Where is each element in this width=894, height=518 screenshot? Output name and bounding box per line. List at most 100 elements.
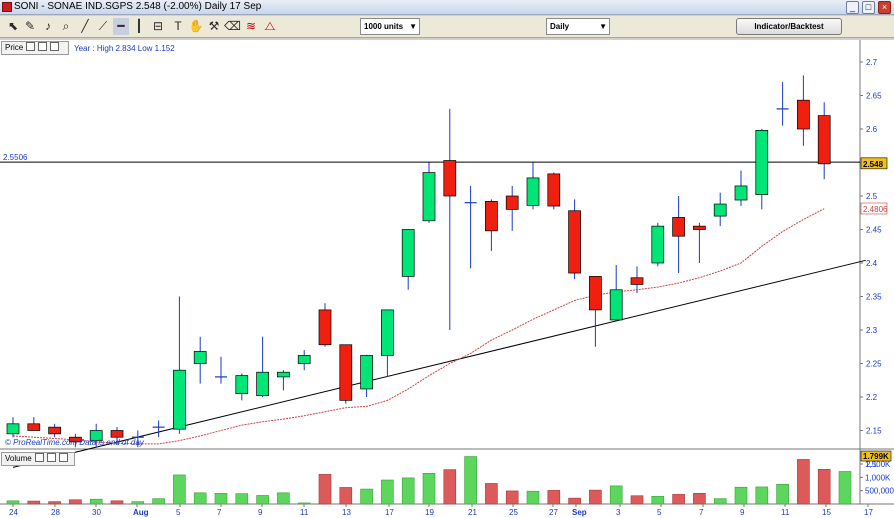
indicator-backtest-button[interactable]: Indicator/Backtest [736,18,842,35]
volume-bar [672,494,685,505]
x-tick-label: 27 [549,508,558,517]
candle [651,222,665,267]
window-title: SONI - SONAE IND.SGPS 2.548 (-2.00%) Dai… [14,1,262,12]
y-tick-label: 2.35 [866,293,882,302]
panel-close-icon[interactable] [50,42,60,51]
pattern-icon[interactable]: ≋ [243,18,259,35]
x-tick-label: 25 [509,508,518,517]
volume-bar [360,488,373,505]
candle-body [817,115,831,165]
x-tick-label: 5 [176,508,181,517]
volume-tick-label: 1,000K [865,473,891,482]
volume-bar [630,495,644,505]
candle-body [48,426,61,435]
chevron-down-icon: ▼ [599,22,607,31]
price-stats: Year : High 2.834 Low 1.152 [74,44,175,53]
volume-bar [214,493,228,505]
candle-body [381,309,394,356]
x-tick-label: Aug [133,508,149,517]
volume-bar [464,456,477,505]
channel-icon[interactable]: ⧍ [262,18,278,35]
hammer-icon[interactable]: ⚒ [206,18,222,35]
volume-bar [589,489,602,505]
candle-body [672,217,685,237]
last-price-label: 2.548 [863,160,884,169]
x-tick-label: 17 [864,508,873,517]
period-select[interactable]: Daily ▼ [546,18,610,35]
y-tick-label: 2.3 [866,326,878,335]
y-tick-label: 2.45 [866,226,882,235]
volume-bar [485,483,498,505]
volume-bar [69,499,82,505]
text-icon[interactable]: T [170,18,186,35]
candle-body [734,185,748,201]
pencil-icon[interactable]: ✎ [22,18,38,35]
candle-body [797,99,810,130]
candle-body [485,201,498,232]
candle-body [422,172,436,222]
x-tick-label: 15 [822,508,831,517]
properties-icon[interactable] [38,42,48,51]
candle-body [193,351,207,364]
volume-panel-header: Volume [1,452,75,466]
volume-bar [235,493,249,505]
trendline-icon[interactable]: ⟋ [95,18,111,35]
volume-bar [193,492,207,505]
candle-body [277,371,290,378]
candle-body [27,423,41,431]
period-select-label: Daily [550,22,570,31]
x-tick-label: 28 [51,508,60,517]
volume-bar [110,500,124,505]
bell-icon[interactable]: ♪ [40,18,56,35]
candle [318,303,332,347]
candle-body [713,203,727,217]
volume-tick-label: 500,000 [865,487,894,496]
line-icon[interactable]: ╱ [77,18,93,35]
volume-bar [131,501,145,505]
candle-body [110,430,124,438]
trash-icon[interactable]: ⌫ [224,18,241,35]
cursor-icon[interactable]: ⬉ [5,18,21,35]
candle-body [401,229,415,277]
volume-bar [776,483,789,505]
price-volume-chart[interactable]: 2.72.652.62.552.52.452.42.352.32.252.22.… [0,40,894,518]
volume-bar [693,493,706,505]
volume-panel-title: Volume [5,454,32,463]
candle-body [318,309,332,346]
wrench-icon[interactable] [26,42,36,51]
wrench-icon[interactable] [34,453,44,462]
candle-body [173,369,186,430]
y-tick-label: 2.5 [866,192,878,201]
candle [547,172,561,210]
candle [568,199,581,280]
horizontal-line-icon[interactable]: ━ [113,18,129,35]
volume-bar [277,492,290,505]
vertical-line-icon[interactable]: ┃ [131,18,147,35]
toolbar: ⬉ ✎ ♪ ⌕ ╱ ⟋ ━ ┃ ⊟ T ✋ ⚒ ⌫ ≋ ⧍ 1000 units… [0,16,894,38]
volume-bar [339,487,353,505]
volume-bar [381,479,394,505]
y-tick-label: 2.2 [866,393,878,402]
x-tick-label: 7 [217,508,222,517]
candle-body [235,375,249,394]
candle-body [609,289,623,321]
volume-bar [318,474,332,505]
units-select[interactable]: 1000 units ▼ [360,18,420,35]
volume-bar [755,486,769,505]
fibonacci-icon[interactable]: ⊟ [150,18,166,35]
y-tick-label: 2.6 [866,125,878,134]
volume-bar [401,477,415,505]
y-tick-label: 2.65 [866,92,882,101]
y-tick-label: 2.4 [866,259,878,268]
zoom-icon[interactable]: ⌕ [58,18,74,35]
panel-close-icon[interactable] [58,453,68,462]
x-tick-label: 11 [300,508,309,517]
close-button[interactable]: × [878,1,891,14]
x-tick-label: 5 [657,508,662,517]
candle-body [339,344,353,401]
maximize-button[interactable]: □ [862,1,875,14]
minimize-button[interactable]: _ [846,1,859,14]
chart-area: 2.72.652.62.552.52.452.42.352.32.252.22.… [0,40,894,518]
hand-icon[interactable]: ✋ [188,18,204,35]
properties-icon[interactable] [46,453,56,462]
